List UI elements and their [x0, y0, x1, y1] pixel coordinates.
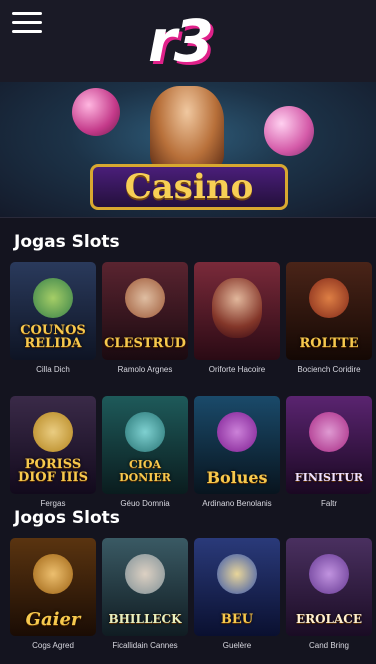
game-caption: Cogs Agred [32, 641, 74, 650]
game-card[interactable]: EROLACE Cand Bring [286, 538, 372, 650]
game-card[interactable]: Gaier Cogs Agred [10, 538, 96, 650]
game-card[interactable]: BEU Guelère [194, 538, 280, 650]
game-card[interactable]: PORISS DIOF IIIS Fergas [10, 396, 96, 508]
game-thumb-title: COUNOS RELIDA [20, 323, 86, 351]
game-thumbnail: EROLACE [286, 538, 372, 636]
orb-left-icon [72, 88, 120, 136]
game-thumbnail: COUNOS RELIDA [10, 262, 96, 360]
brand-logo[interactable]: r3 [148, 6, 214, 76]
games-grid-2: Gaier Cogs Agred BHILLECK Ficallidain Ca… [10, 538, 372, 650]
hero-banner[interactable]: Casino [0, 82, 376, 218]
hamburger-menu-icon[interactable] [12, 12, 42, 34]
game-caption: Géuo Domnia [120, 499, 170, 508]
game-thumbnail: Bolues [194, 396, 280, 494]
section-title-slots-2: Jogos Slots [14, 508, 120, 528]
app-header: r3 [0, 0, 376, 82]
game-caption: Guelère [222, 641, 252, 650]
game-caption: Cand Bring [308, 641, 350, 650]
games-grid-1: COUNOS RELIDA Cilla Dich CLESTRUD Ramolo… [10, 262, 372, 508]
game-thumbnail: ROLTTE [286, 262, 372, 360]
game-caption: Ramolo Argnes [117, 365, 173, 374]
game-thumb-title: CIOA DONIER [119, 458, 171, 484]
game-thumbnail: FINISITUR [286, 396, 372, 494]
game-caption: Cilla Dich [36, 365, 70, 374]
game-thumbnail: CIOA DONIER [102, 396, 188, 494]
game-thumb-title: Bolues [206, 468, 268, 487]
game-thumbnail: Gaier [10, 538, 96, 636]
game-thumb-title: Gaier [25, 609, 81, 630]
game-caption: Ardinano Benolanis [202, 499, 272, 508]
game-card[interactable]: ROLTTE Bociench Coridire [286, 262, 372, 374]
section-title-slots: Jogas Slots [14, 232, 120, 252]
game-thumbnail: CLESTRUD [102, 262, 188, 360]
game-caption: Ficallidain Cannes [112, 641, 178, 650]
game-caption: Faltr [321, 499, 337, 508]
game-thumbnail: BHILLECK [102, 538, 188, 636]
game-caption: Fergas [40, 499, 66, 508]
game-card[interactable]: CIOA DONIER Géuo Domnia [102, 396, 188, 508]
game-thumb-title: PORISS DIOF IIIS [17, 457, 89, 485]
game-card[interactable]: Oriforte Hacoire [194, 262, 280, 374]
game-card[interactable]: FINISITUR Faltr [286, 396, 372, 508]
casino-banner-text: Casino [90, 164, 288, 210]
character-figure [150, 86, 224, 172]
game-thumb-title: ROLTTE [299, 336, 359, 351]
game-thumb-title: BEU [220, 612, 254, 627]
game-thumb-title: EROLACE [295, 612, 363, 626]
game-card[interactable]: COUNOS RELIDA Cilla Dich [10, 262, 96, 374]
game-thumbnail [194, 262, 280, 360]
game-thumb-title: CLESTRUD [104, 336, 186, 351]
game-thumb-title: BHILLECK [108, 612, 182, 626]
orb-right-icon [264, 106, 314, 156]
game-thumbnail: BEU [194, 538, 280, 636]
game-thumb-title: FINISITUR [294, 471, 364, 484]
game-caption: Oriforte Hacoire [208, 365, 266, 374]
game-thumbnail: PORISS DIOF IIIS [10, 396, 96, 494]
game-caption: Bociench Coridire [297, 365, 361, 374]
game-card[interactable]: Bolues Ardinano Benolanis [194, 396, 280, 508]
game-card[interactable]: CLESTRUD Ramolo Argnes [102, 262, 188, 374]
game-card[interactable]: BHILLECK Ficallidain Cannes [102, 538, 188, 650]
